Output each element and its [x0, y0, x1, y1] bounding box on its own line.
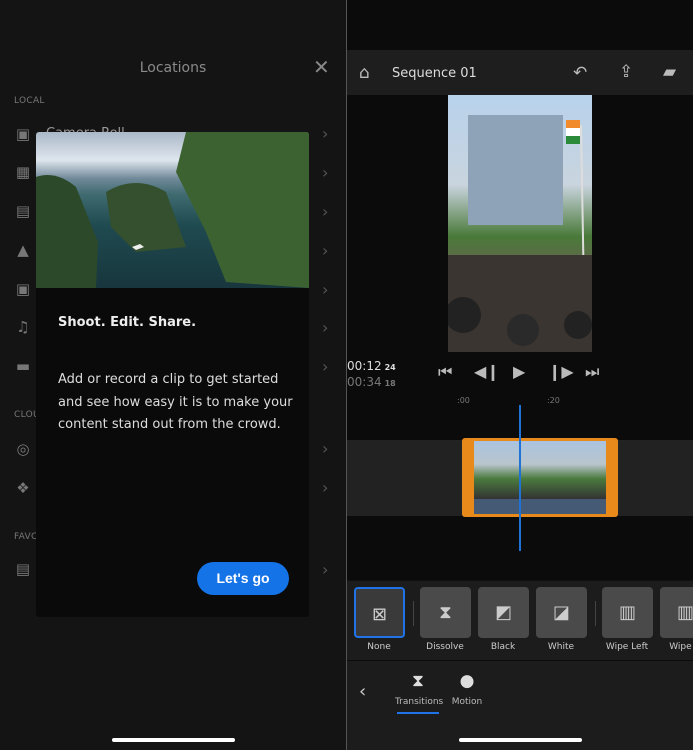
white-fade-icon: ◪	[552, 602, 570, 623]
chevron-right-icon[interactable]: ›	[322, 241, 328, 260]
camera-roll-icon: ▣	[15, 125, 31, 143]
current-time: 00:12	[347, 359, 382, 373]
film-icon: ▤	[15, 202, 31, 220]
black-fade-icon: ◩	[494, 602, 512, 623]
ruler-tick: :00	[457, 396, 470, 405]
editor-panel: ⌂ Sequence 01 ↶ ⇪ ▰ 00:12 24 00:34 18 ⏮ ◀❙…	[347, 0, 693, 750]
chevron-right-icon[interactable]: ›	[322, 560, 328, 579]
chevron-right-icon[interactable]: ›	[322, 478, 328, 497]
tab-label: Motion	[451, 697, 483, 707]
home-indicator	[112, 738, 235, 742]
no-transition-icon: ⊠	[371, 604, 388, 625]
transition-white-button[interactable]: ◪	[536, 587, 587, 638]
modal-body: Add or record a clip to get started and …	[58, 372, 293, 432]
onboarding-modal: Shoot. Edit. Share. Add or record a clip…	[36, 132, 309, 617]
home-indicator	[459, 738, 582, 742]
wipe-icon: ▥	[676, 602, 693, 623]
chevron-right-icon[interactable]: ›	[322, 124, 328, 143]
transitions-strip: ⊠ None ⧗ Dissolve ◩ Black ◪ White ▥ Wipe…	[347, 580, 693, 660]
skip-to-start-icon[interactable]: ⏮	[438, 362, 452, 382]
step-back-icon[interactable]: ◀❙	[474, 362, 500, 381]
locations-panel: Locations ✕ LOCAL ▣ Camera Roll ▦ ▤ ▲ ▣ …	[0, 0, 346, 750]
chevron-right-icon[interactable]: ›	[322, 163, 328, 182]
image-icon: ▲	[17, 241, 29, 259]
play-icon[interactable]: ▶	[513, 362, 525, 381]
comment-icon[interactable]: ▰	[663, 62, 676, 82]
sequence-title: Sequence 01	[392, 66, 477, 81]
tab-transitions[interactable]: ⧗ Transitions	[395, 671, 444, 707]
chevron-right-icon[interactable]: ›	[322, 280, 328, 299]
tab-motion[interactable]: ● Motion	[447, 671, 487, 707]
bottom-toolbar: ‹ ⧗ Transitions ● Motion	[347, 661, 693, 750]
transition-label: Wipe R	[669, 642, 693, 652]
chevron-right-icon[interactable]: ›	[322, 202, 328, 221]
total-timecode: 00:34 18	[347, 375, 396, 389]
separator	[595, 601, 596, 626]
transition-black-button[interactable]: ◩	[478, 587, 529, 638]
current-frames: 24	[384, 363, 396, 372]
skip-to-end-icon[interactable]: ⏭	[585, 362, 599, 382]
lets-go-button[interactable]: Let's go	[197, 562, 289, 595]
audio-waveform	[474, 499, 606, 514]
total-time: 00:34	[347, 375, 382, 389]
dropbox-icon: ❖	[16, 479, 30, 497]
transition-label: White	[547, 642, 575, 652]
hero-image	[36, 132, 309, 288]
chevron-right-icon[interactable]: ›	[322, 439, 328, 458]
video-preview[interactable]	[445, 95, 592, 352]
chevron-right-icon[interactable]: ›	[322, 318, 328, 337]
wipe-icon: ▥	[618, 602, 636, 623]
modal-title: Shoot. Edit. Share.	[58, 315, 197, 330]
motion-icon: ●	[459, 671, 475, 691]
folder-icon: ▬	[15, 357, 31, 375]
tab-label: Transitions	[395, 697, 444, 707]
transition-dissolve-button[interactable]: ⧗	[420, 587, 471, 638]
calendar-icon: ▦	[15, 163, 31, 181]
share-icon[interactable]: ⇪	[619, 62, 633, 82]
creative-cloud-icon: ◎	[16, 440, 30, 458]
transitions-icon: ⧗	[412, 671, 424, 691]
playhead[interactable]	[519, 405, 521, 551]
home-icon[interactable]: ⌂	[359, 63, 370, 83]
locations-title: Locations	[139, 60, 207, 76]
transition-none-button[interactable]: ⊠	[354, 587, 405, 638]
photos-icon: ▣	[15, 280, 31, 298]
section-favorites: FAVC	[14, 532, 38, 542]
transition-wipe-right-button[interactable]: ▥	[660, 587, 693, 638]
timeline-clip[interactable]	[462, 438, 618, 517]
dissolve-icon: ⧗	[439, 602, 452, 623]
clip-thumbnails	[474, 441, 606, 499]
chevron-right-icon[interactable]: ›	[322, 357, 328, 376]
current-timecode: 00:12 24	[347, 359, 396, 373]
step-forward-icon[interactable]: ❙▶	[548, 362, 574, 381]
close-icon[interactable]: ✕	[313, 55, 330, 79]
music-icon: ♫	[16, 318, 30, 336]
back-chevron-icon[interactable]: ‹	[359, 681, 366, 702]
separator	[413, 601, 414, 626]
section-local: LOCAL	[14, 96, 45, 106]
transition-label: None	[367, 642, 391, 652]
ruler-tick: :20	[547, 396, 560, 405]
film-icon: ▤	[15, 560, 31, 578]
active-tab-indicator	[397, 712, 439, 714]
total-frames: 18	[384, 379, 396, 388]
transition-wipe-left-button[interactable]: ▥	[602, 587, 653, 638]
undo-icon[interactable]: ↶	[573, 63, 587, 83]
